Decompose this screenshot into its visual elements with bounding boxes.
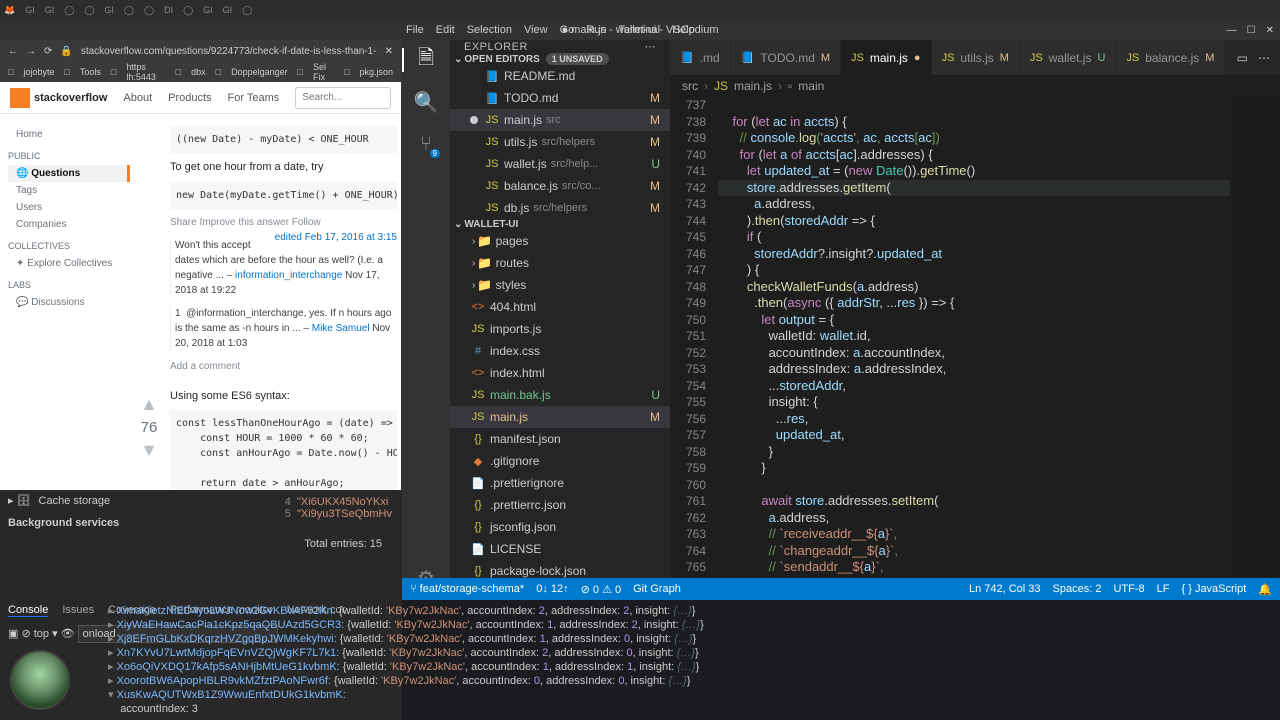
avatar (10, 650, 70, 710)
open-editor-item[interactable]: JSutils.jssrc/helpersM (450, 131, 670, 153)
file-item[interactable]: #index.css (450, 340, 670, 362)
editor-tab[interactable]: JSbalance.jsM (1116, 40, 1225, 75)
editor-tab[interactable]: JSutils.jsM (932, 40, 1020, 75)
app-menu[interactable]: FileEditSelectionViewGoRunTerminalHelp (406, 24, 695, 36)
upvote-icon[interactable]: ▲ (134, 394, 164, 415)
file-item[interactable]: <>404.html (450, 296, 670, 318)
editor-tab[interactable]: JSmain.js● (841, 40, 932, 75)
open-editor-item[interactable]: JSmain.jssrcM (450, 109, 670, 131)
search-icon[interactable]: 🔍 (414, 90, 438, 114)
breadcrumb[interactable]: src› JS main.js› ▫main (670, 75, 1280, 97)
so-logo[interactable]: stackoverflow (10, 88, 107, 108)
open-editor-item[interactable]: JSwallet.jssrc/help...U (450, 153, 670, 175)
file-item[interactable]: <>index.html (450, 362, 670, 384)
more-icon[interactable]: ⋯ (1258, 51, 1270, 65)
file-item[interactable]: JSimports.js (450, 318, 670, 340)
minimap[interactable] (1230, 97, 1280, 600)
source-control-icon[interactable]: ⑂9 (414, 132, 438, 156)
open-editor-item[interactable]: JSbalance.jssrc/co...M (450, 175, 670, 197)
file-item[interactable]: JSmain.jsM (450, 406, 670, 428)
open-editor-item[interactable]: 📘TODO.mdM (450, 87, 670, 109)
file-item[interactable]: {}manifest.json (450, 428, 670, 450)
bottom-panel: Console Issues Coverage Performance moni… (0, 600, 1280, 720)
bookmarks-bar[interactable]: □jojobyte □Tools □https lh:5443 □dbx □Do… (0, 62, 401, 82)
window-controls[interactable]: —☐✕ (1227, 25, 1274, 36)
file-item[interactable]: ◆.gitignore (450, 450, 670, 472)
so-search-input[interactable] (295, 87, 391, 109)
editor-tab[interactable]: JSwallet.jsU (1020, 40, 1116, 75)
console-output[interactable]: ▸ XimaKietzNiED4yoLWJNow2GvKBvAF52Kn: {w… (100, 600, 1280, 720)
open-editor-item[interactable]: JSdb.jssrc/helpersM (450, 197, 670, 219)
editor-tab[interactable]: 📘TODO.mdM (731, 40, 841, 75)
downvote-icon[interactable]: ▼ (134, 440, 164, 461)
file-item[interactable]: {}.prettierrc.json (450, 494, 670, 516)
file-item[interactable]: 📄LICENSE (450, 538, 670, 560)
so-header: stackoverflow About Products For Teams (0, 82, 401, 114)
explorer-icon[interactable]: 🗎 (414, 48, 438, 72)
editor-tab[interactable]: 📘.md (670, 40, 731, 75)
split-icon[interactable]: ▭ (1237, 51, 1248, 65)
url-bar[interactable]: ←→⟳🔒 stackoverflow.com/questions/9224773… (0, 40, 401, 62)
editor: 📘.md📘TODO.mdMJSmain.js●JSutils.jsMJSwall… (670, 40, 1280, 600)
explorer-sidebar[interactable]: EXPLORER⋯ ⌄OPEN EDITORS1 UNSAVED 📘README… (450, 40, 670, 600)
editor-tabs[interactable]: 📘.md📘TODO.mdMJSmain.js●JSutils.jsMJSwall… (670, 40, 1280, 75)
file-item[interactable]: 📄.prettierignore (450, 472, 670, 494)
status-bar[interactable]: ⑂ feat/storage-schema* 0↓ 12↑ ⊘ 0 ⚠ 0 Gi… (402, 578, 1280, 600)
file-item[interactable]: JSmain.bak.jsU (450, 384, 670, 406)
open-editors-header[interactable]: ⌄OPEN EDITORS1 UNSAVED (450, 53, 670, 65)
code-editor[interactable]: 7377387397407417427437447457467477487497… (670, 97, 1280, 600)
title-bar: FileEditSelectionViewGoRunTerminalHelp ●… (0, 20, 1280, 40)
activity-bar[interactable]: 🗎 🔍 ⑂9 ⚙ (402, 40, 450, 600)
open-editor-item[interactable]: 📘README.md (450, 65, 670, 87)
os-tab-strip: 🦊GIGI◯◯GI◯◯DI◯GIGI◯ (0, 0, 1280, 20)
project-header[interactable]: ⌄WALLET-UI (450, 219, 670, 230)
file-item[interactable]: {}jsconfig.json (450, 516, 670, 538)
devtools-storage: ▸ 🗄 Cache storage Background services To… (0, 490, 402, 600)
